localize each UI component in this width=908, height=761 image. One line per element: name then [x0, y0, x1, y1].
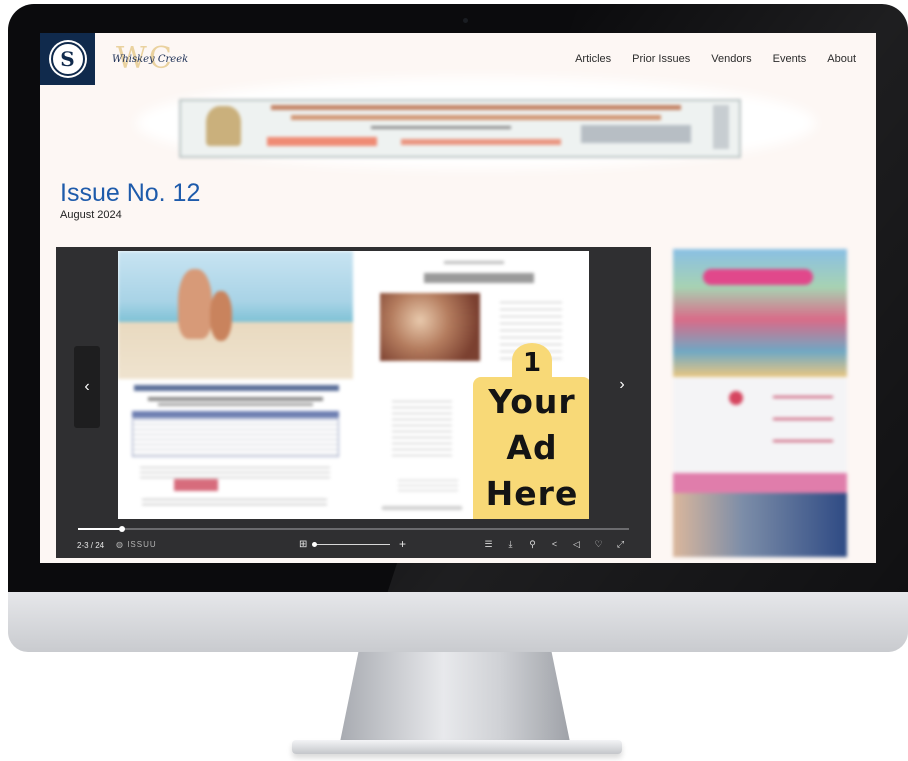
- issuu-label: ISSUU: [127, 540, 157, 549]
- photo-figure: [210, 291, 232, 341]
- your-ad-here-callout: 1 Your Ad Here: [473, 343, 589, 519]
- food-photo: [380, 293, 480, 361]
- ad-text-line: [371, 126, 511, 129]
- share-icon[interactable]: <: [549, 539, 560, 550]
- photo-figure: [178, 269, 212, 339]
- nav-about[interactable]: About: [827, 53, 856, 65]
- chevron-left-icon: ‹: [84, 378, 90, 395]
- ad-text-line: [291, 115, 661, 120]
- magazine-spread[interactable]: 1 Your Ad Here: [118, 251, 589, 519]
- beach-photo: [118, 251, 353, 379]
- page-text-block: [392, 396, 452, 456]
- banner-advertisement[interactable]: [179, 99, 741, 158]
- download-icon[interactable]: ⤓: [505, 539, 516, 550]
- next-page-button[interactable]: ›: [609, 355, 635, 415]
- ad-text-block: [773, 387, 833, 457]
- progress-fill: [78, 528, 123, 530]
- nav-events[interactable]: Events: [773, 53, 807, 65]
- page-info-box: [132, 419, 339, 457]
- logo-monogram: S: [50, 42, 85, 76]
- ad-headline: [703, 269, 813, 285]
- page-text-line: [382, 506, 462, 510]
- page-banner: [132, 411, 339, 418]
- zoom-knob[interactable]: [312, 542, 317, 547]
- nav-prior-issues[interactable]: Prior Issues: [632, 53, 690, 65]
- map-marker: [729, 391, 743, 405]
- page-text-line: [148, 397, 323, 401]
- website-screen: S WC Whiskey Creek Articles Prior Issues…: [40, 33, 876, 563]
- ad-word: Ad: [506, 428, 558, 467]
- flipbook-viewer[interactable]: 1 Your Ad Here ‹ › 2-3 / 24 ◍ ISSUU ⊞ + …: [56, 247, 651, 558]
- ad-number-badge: 1: [512, 343, 552, 378]
- site-logo[interactable]: S: [40, 33, 95, 85]
- brand-name: Whiskey Creek: [112, 54, 189, 65]
- ad-graphic: [713, 105, 729, 149]
- monitor-stand: [340, 652, 570, 742]
- toc-icon[interactable]: ☰: [483, 539, 494, 550]
- zoom-slider[interactable]: [312, 542, 390, 547]
- page-footer-text: [142, 495, 327, 507]
- ad-phone: [267, 137, 377, 146]
- main-nav: Articles Prior Issues Vendors Events Abo…: [575, 53, 856, 65]
- magazine-page-left: [118, 251, 353, 519]
- viewer-toolbar: 2-3 / 24 ◍ ISSUU ⊞ + ☰ ⤓ ⚲ < ◁ ♡ ⤢: [56, 534, 651, 556]
- monitor-stand-base: [292, 740, 622, 754]
- ad-text-block: [581, 125, 691, 143]
- grid-view-icon[interactable]: ⊞: [299, 539, 307, 550]
- progress-knob[interactable]: [119, 526, 126, 532]
- sidebar-advertisement[interactable]: [673, 249, 847, 557]
- monitor-chin: [8, 592, 908, 652]
- viewer-tools: ☰ ⤓ ⚲ < ◁ ♡ ⤢: [483, 539, 626, 550]
- nav-vendors[interactable]: Vendors: [711, 53, 751, 65]
- search-icon[interactable]: ⚲: [527, 539, 538, 550]
- fullscreen-icon[interactable]: ⤢: [615, 539, 626, 550]
- ad-word: Here: [485, 474, 579, 513]
- page-title: Issue No. 12: [60, 179, 201, 207]
- page-heading: [134, 385, 339, 391]
- like-icon[interactable]: ♡: [593, 539, 604, 550]
- chevron-right-icon: ›: [619, 376, 625, 393]
- page-text-block: [398, 476, 458, 494]
- sound-icon[interactable]: ◁: [571, 539, 582, 550]
- brand-wordmark[interactable]: WC Whiskey Creek: [112, 41, 202, 77]
- ad-banner-strip: [673, 473, 847, 493]
- page-logo: [174, 479, 218, 491]
- page-text-line: [444, 261, 504, 264]
- ad-placeholder-text: Your Ad Here: [473, 377, 589, 519]
- prev-page-button[interactable]: ‹: [74, 346, 100, 428]
- ad-text-line: [271, 105, 681, 110]
- nav-articles[interactable]: Articles: [575, 53, 611, 65]
- ad-graphic: [206, 106, 241, 146]
- page-heading: [424, 273, 534, 283]
- page-counter: 2-3 / 24: [77, 541, 105, 550]
- camera-dot: [463, 18, 468, 23]
- ad-url: [401, 139, 561, 145]
- page-text-block: [140, 463, 330, 481]
- issuu-logo[interactable]: ◍ ISSUU: [116, 540, 157, 549]
- issue-date: August 2024: [60, 209, 122, 221]
- page-progress-bar[interactable]: [78, 526, 629, 532]
- page-text-line: [158, 403, 313, 406]
- ad-word: Your: [488, 382, 576, 421]
- zoom-in-icon[interactable]: +: [399, 537, 406, 551]
- ad-photo: [673, 493, 847, 557]
